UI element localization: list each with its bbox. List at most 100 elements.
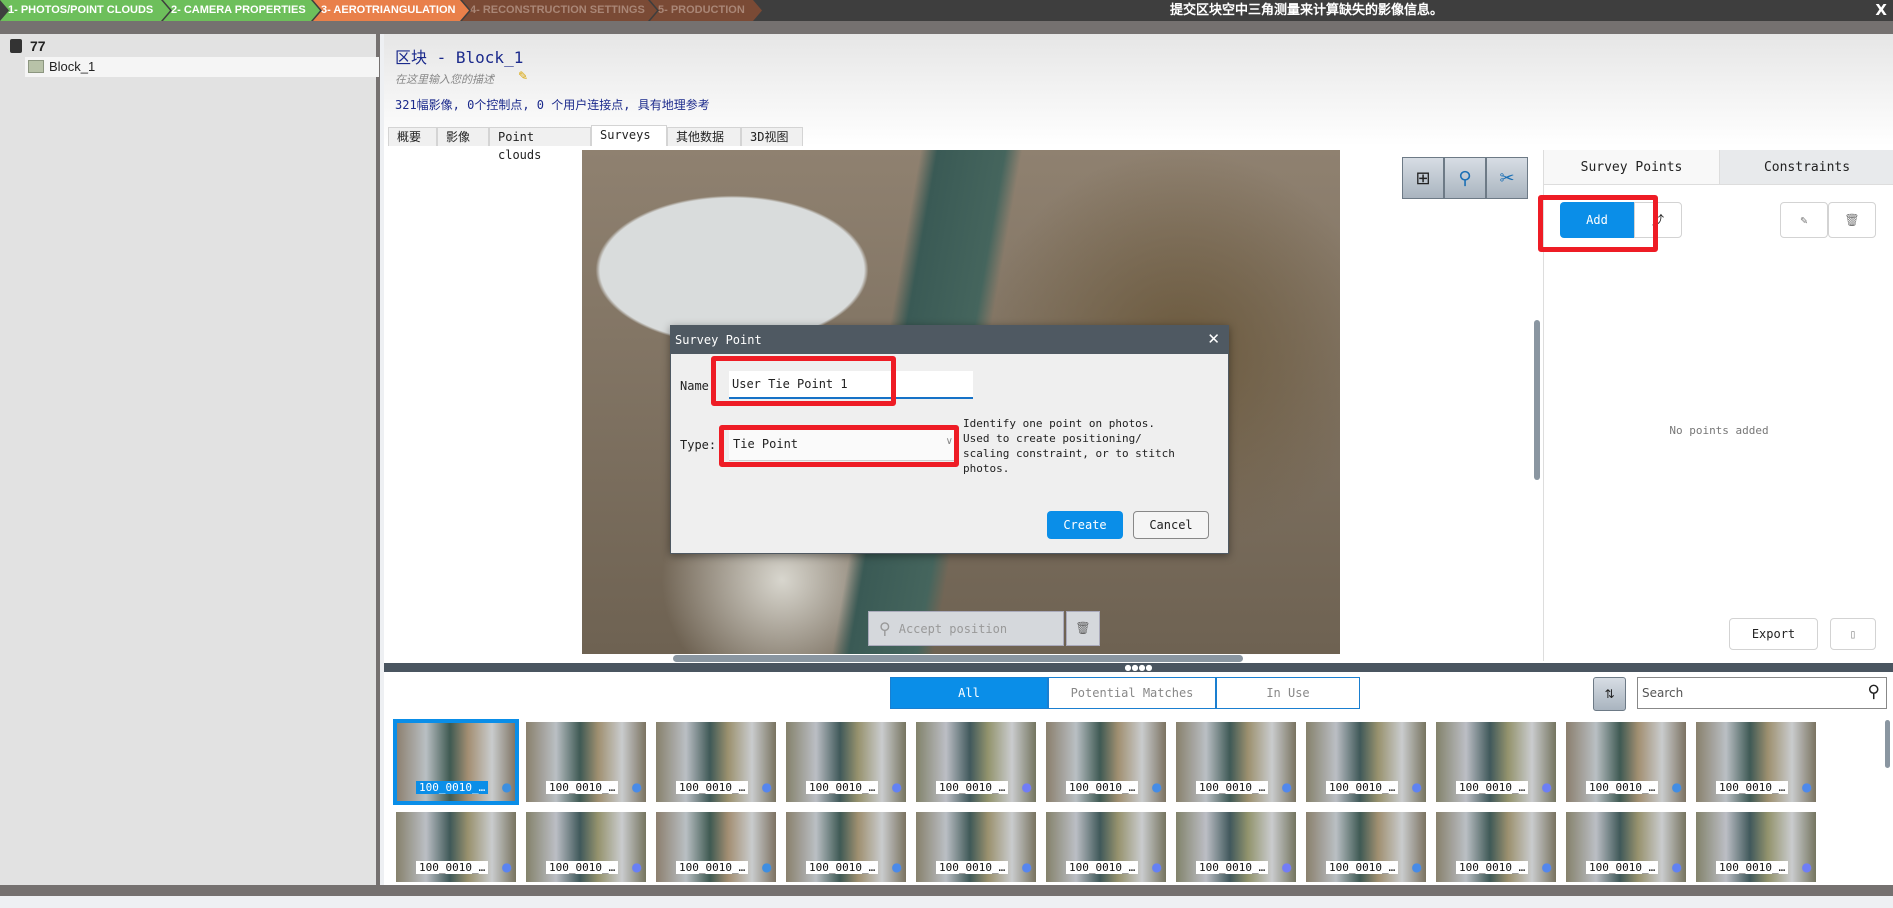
splitter-handle[interactable]: ●●●● xyxy=(384,663,1893,672)
tab-constraints[interactable]: Constraints xyxy=(1719,150,1893,185)
photo-thumbnail[interactable]: 100_0010_… ● xyxy=(1436,722,1556,802)
project-tree: 77 Block_1 xyxy=(0,34,380,885)
delete-icon[interactable]: 🗑 xyxy=(1828,202,1876,238)
filter-tab-in-use[interactable]: In Use xyxy=(1216,677,1360,709)
empty-state: No points added xyxy=(1669,424,1769,437)
cancel-button[interactable]: Cancel xyxy=(1133,511,1209,539)
thumbnail-label: 100_0010_… xyxy=(1196,861,1269,874)
location-pin-icon: ● xyxy=(891,780,902,794)
tab-2[interactable]: Point clouds xyxy=(489,127,591,162)
tree-item-block[interactable]: Block_1 xyxy=(25,57,379,77)
create-button[interactable]: Create xyxy=(1047,511,1123,539)
clipboard-icon[interactable]: ▯ xyxy=(1830,618,1876,650)
name-label: Name xyxy=(680,379,709,393)
location-pin-icon: ● xyxy=(501,860,512,874)
photo-thumbnail[interactable]: 100_0010_… ● xyxy=(1566,722,1686,802)
photo-thumbnail[interactable]: 100_0010_… ● xyxy=(1696,812,1816,882)
potential-matches-icon[interactable]: ⚲ xyxy=(1444,157,1486,199)
pencil-icon[interactable]: ✎ xyxy=(518,69,528,83)
thumbnail-label: 100_0010_… xyxy=(1716,861,1789,874)
photo-thumbnail[interactable]: 100_0010_… ● xyxy=(1566,812,1686,882)
tab-survey-points[interactable]: Survey Points xyxy=(1544,150,1719,185)
tab-1[interactable]: 影像 xyxy=(437,127,489,146)
location-pin-icon: ● xyxy=(1671,780,1682,794)
photo-thumbnail[interactable]: 100_0010_… ● xyxy=(526,812,646,882)
photo-thumbnail[interactable]: 100_0010_… ● xyxy=(396,812,516,882)
accept-position-button[interactable]: ⚲ Accept position xyxy=(868,611,1064,646)
description-field[interactable]: 在这里输入您的描述 xyxy=(395,71,494,87)
thumbnail-label: 100_0010_… xyxy=(806,781,879,794)
location-pin-icon: ● xyxy=(1801,780,1812,794)
photo-thumbnail[interactable]: 100_0010_… ● xyxy=(393,719,519,805)
location-pin-icon: ● xyxy=(891,860,902,874)
photo-thumbnail[interactable]: 100_0010_… ● xyxy=(656,812,776,882)
workflow-step-2[interactable]: 2- CAMERA PROPERTIES xyxy=(163,0,320,21)
location-pin-icon: ● xyxy=(1151,780,1162,794)
folder-icon xyxy=(28,60,44,73)
search-input[interactable]: Search ⚲ xyxy=(1637,677,1887,709)
type-label: Type: xyxy=(680,438,717,452)
highlight-box xyxy=(1538,195,1658,252)
thumbnail-label: 100_0010_… xyxy=(1456,781,1529,794)
location-pin-icon: ● xyxy=(1281,860,1292,874)
photo-thumbnail[interactable]: 100_0010_… ● xyxy=(1176,812,1296,882)
thumbnail-label: 100_0010_… xyxy=(676,781,749,794)
close-banner-button[interactable]: X xyxy=(1875,0,1887,21)
location-pin-icon: ● xyxy=(761,780,772,794)
workflow-step-5[interactable]: 5- PRODUCTION xyxy=(650,0,762,21)
workflow-step-4[interactable]: 4- RECONSTRUCTION SETTINGS xyxy=(462,0,657,21)
thumbnail-label: 100_0010_… xyxy=(676,861,749,874)
photo-thumbnail[interactable]: 100_0010_… ● xyxy=(1436,812,1556,882)
export-button[interactable]: Export xyxy=(1729,618,1818,650)
photo-thumbnail[interactable]: 100_0010_… ● xyxy=(656,722,776,802)
tab-0[interactable]: 概要 xyxy=(388,127,437,146)
search-icon[interactable]: ⚲ xyxy=(1868,682,1880,702)
search-placeholder: Search xyxy=(1642,686,1684,700)
thumbnail-label: 100_0010_… xyxy=(416,861,489,874)
dialog-title: Survey Point xyxy=(671,326,1228,354)
edit-icon[interactable]: ✎ xyxy=(1780,202,1828,238)
type-help-text: Identify one point on photos. Used to cr… xyxy=(963,417,1175,475)
workflow-step-1[interactable]: 1- PHOTOS/POINT CLOUDS xyxy=(0,0,170,21)
close-dialog-icon[interactable]: ✕ xyxy=(1207,330,1220,348)
photo-thumbnail[interactable]: 100_0010_… ● xyxy=(1306,812,1426,882)
status-bar xyxy=(0,885,1893,896)
photo-thumbnail[interactable]: 100_0010_… ● xyxy=(1306,722,1426,802)
stitch-icon[interactable]: ✂ xyxy=(1486,157,1528,199)
thumbnail-scrollbar[interactable] xyxy=(1885,720,1890,768)
photo-thumbnail[interactable]: 100_0010_… ● xyxy=(916,722,1036,802)
project-name[interactable]: 77 xyxy=(30,38,46,54)
sort-icon[interactable]: ⇅ xyxy=(1593,677,1626,711)
filter-tab-all[interactable]: All xyxy=(890,677,1048,709)
location-pin-icon: ● xyxy=(1671,860,1682,874)
vertical-scrollbar[interactable] xyxy=(1534,320,1540,480)
tab-3[interactable]: Surveys xyxy=(591,125,667,146)
location-pin-icon: ● xyxy=(1151,860,1162,874)
photo-thumbnail[interactable]: 100_0010_… ● xyxy=(1046,812,1166,882)
workflow-step-3[interactable]: 3- AEROTRIANGULATION xyxy=(313,0,469,21)
horizontal-scrollbar[interactable] xyxy=(673,655,1243,662)
thumbnail-label: 100_0010_… xyxy=(1066,861,1139,874)
location-pin-icon: ● xyxy=(1411,780,1422,794)
tab-5[interactable]: 3D视图 xyxy=(741,127,803,146)
thumbnail-label: 100_0010_… xyxy=(1326,781,1399,794)
location-pin-icon: ● xyxy=(631,860,642,874)
thumbnail-label: 100_0010_… xyxy=(416,781,489,794)
divider xyxy=(0,21,1893,34)
location-pin-icon: ● xyxy=(1281,780,1292,794)
trash-icon[interactable]: 🗑 xyxy=(1066,611,1100,646)
highlight-box xyxy=(719,425,959,467)
photo-thumbnail[interactable]: 100_0010_… ● xyxy=(526,722,646,802)
photo-thumbnail[interactable]: 100_0010_… ● xyxy=(1176,722,1296,802)
photo-thumbnail[interactable]: 100_0010_… ● xyxy=(786,722,906,802)
photo-thumbnail[interactable]: 100_0010_… ● xyxy=(786,812,906,882)
location-pin-icon: ● xyxy=(1541,780,1552,794)
thumbnail-label: 100_0010_… xyxy=(1716,781,1789,794)
photo-thumbnail[interactable]: 100_0010_… ● xyxy=(1696,722,1816,802)
add-point-icon[interactable]: ⊞ xyxy=(1402,157,1444,199)
tab-4[interactable]: 其他数据 xyxy=(667,127,741,146)
photo-thumbnail[interactable]: 100_0010_… ● xyxy=(916,812,1036,882)
banner-message: 提交区块空中三角测量来计算缺失的影像信息。 xyxy=(1170,3,1444,18)
filter-tab-potential-matches[interactable]: Potential Matches xyxy=(1048,677,1216,709)
photo-thumbnail[interactable]: 100_0010_… ● xyxy=(1046,722,1166,802)
